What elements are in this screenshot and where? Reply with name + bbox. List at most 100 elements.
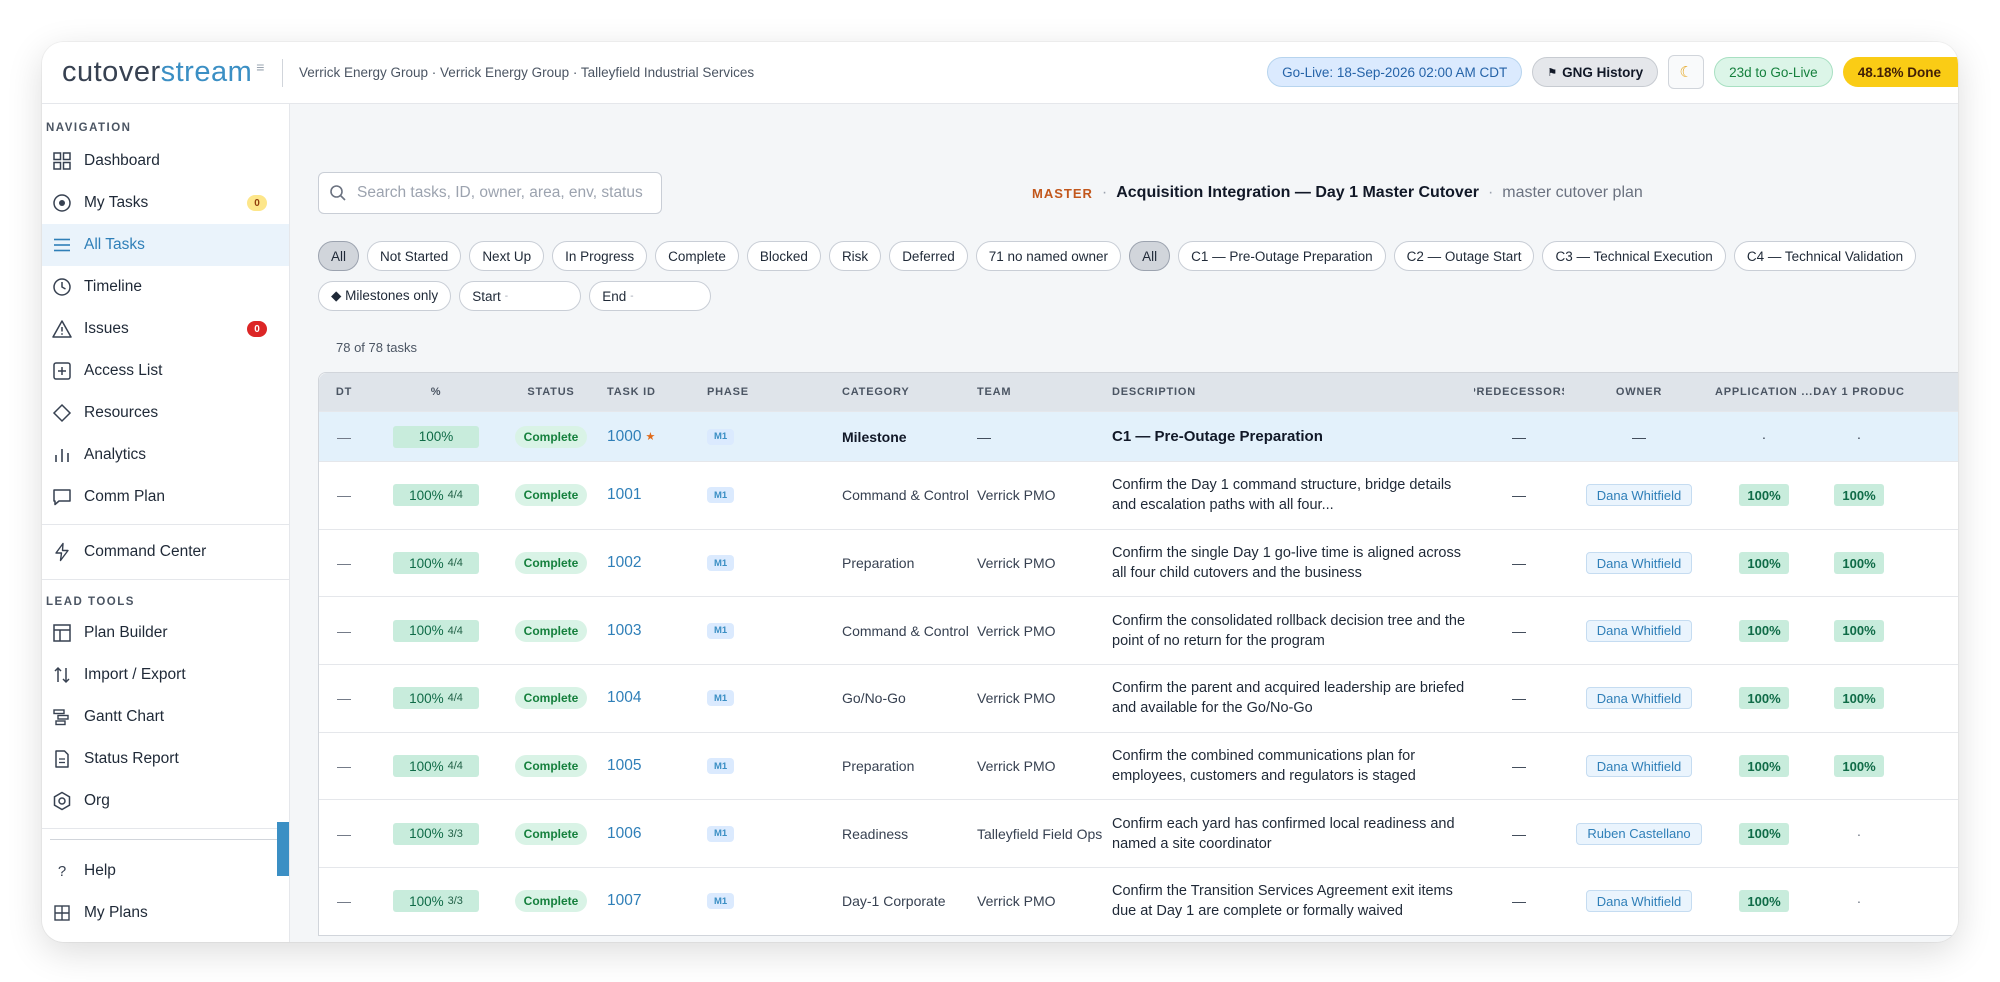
sidebar-item-dashboard[interactable]: Dashboard — [42, 140, 289, 182]
column-header-owner[interactable]: OWNER — [1564, 386, 1714, 398]
sidebar-item-my-tasks[interactable]: My Tasks 0 — [42, 182, 289, 224]
status-filter-deferred[interactable]: Deferred — [889, 241, 968, 271]
start-date-value: - — [504, 290, 509, 302]
task-id-link[interactable]: 1001 — [607, 486, 641, 504]
sidebar-item-command-center[interactable]: Command Center — [42, 531, 289, 573]
day1-production-value: · — [1856, 825, 1862, 842]
table-row[interactable]: —100% 4/4 Complete 1001 M1 Command & Control V… — [319, 461, 1958, 529]
column-header-day-1-produc[interactable]: DAY 1 PRODUC — [1814, 386, 1904, 398]
column-header-dt[interactable]: DT — [319, 386, 369, 398]
owner-tag[interactable]: Ruben Castellano — [1576, 822, 1702, 845]
sidebar-item-status-report[interactable]: Status Report — [42, 738, 289, 780]
sidebar-item-gantt-chart[interactable]: Gantt Chart — [42, 696, 289, 738]
percent-complete: 100% 3/3 — [393, 822, 479, 845]
end-date-filter[interactable]: End - — [589, 281, 712, 311]
status-filter-in-progress[interactable]: In Progress — [552, 241, 648, 271]
table-row[interactable]: —100% 3/3 Complete 1006 M1 Readiness Talleyfie… — [319, 799, 1958, 867]
sidebar-item-issues[interactable]: Issues 0 — [42, 308, 289, 350]
status-filter-not-started[interactable]: Not Started — [367, 241, 462, 271]
status-filter-risk[interactable]: Risk — [828, 241, 882, 271]
table-row[interactable]: —100% 4/4 Complete 1003 M1 Command & Control V… — [319, 596, 1958, 664]
category: Go/No-Go — [842, 690, 906, 707]
table-row[interactable]: —100% 4/4 Complete 1004 M1 Go/No-Go Verrick PM… — [319, 664, 1958, 732]
sidebar-item-timeline[interactable]: Timeline — [42, 266, 289, 308]
phase-filter-c4-technical-validation[interactable]: C4 — Technical Validation — [1733, 241, 1917, 271]
owner-tag[interactable]: Dana Whitfield — [1585, 755, 1693, 778]
sidebar-item-access-list[interactable]: Access List — [42, 350, 289, 392]
percent-complete: 100% 4/4 — [393, 755, 479, 778]
phase-filter-c3-technical-execution[interactable]: C3 — Technical Execution — [1542, 241, 1726, 271]
sidebar-item-label: Import / Export — [84, 666, 186, 683]
sidebar-item-org[interactable]: Org — [42, 780, 289, 822]
start-date-filter[interactable]: Start - — [459, 281, 582, 311]
task-id-link[interactable]: 1005 — [607, 757, 641, 775]
status-filter-next-up[interactable]: Next Up — [469, 241, 545, 271]
column-header-description[interactable]: DESCRIPTION — [1112, 382, 1474, 402]
description: Confirm the single Day 1 go-live time is… — [1112, 545, 1461, 582]
application-value: 100% — [1739, 822, 1789, 845]
task-id-link[interactable]: 1006 — [607, 825, 641, 843]
search-input[interactable] — [357, 184, 647, 202]
percent-value: 100% — [409, 826, 444, 842]
question-icon: ? — [57, 862, 67, 880]
status-filter-blocked[interactable]: Blocked — [746, 241, 821, 271]
sidebar-item-resources[interactable]: Resources — [42, 392, 289, 434]
column-header-task-id[interactable]: TASK ID — [599, 386, 697, 398]
separator-dot: · — [1487, 184, 1494, 201]
milestones-only-toggle[interactable]: ◆ Milestones only — [318, 281, 452, 311]
predecessors: — — [1512, 690, 1526, 707]
status-filter-all[interactable]: All — [318, 241, 360, 271]
sidebar-collapse-handle[interactable] — [277, 822, 289, 876]
predecessors: — — [1512, 428, 1526, 445]
column-header-category[interactable]: CATEGORY — [842, 386, 977, 398]
task-id-link[interactable]: 1002 — [607, 554, 641, 572]
owner-tag[interactable]: Dana Whitfield — [1585, 687, 1693, 710]
dt-value: — — [337, 555, 351, 572]
sidebar-item-label: Dashboard — [84, 152, 160, 169]
sidebar-item-analytics[interactable]: Analytics — [42, 434, 289, 476]
category: Day-1 Corporate — [842, 893, 946, 910]
table-row[interactable]: —100% 3/3 Complete 1007 M1 Day-1 Corporate Ver… — [319, 867, 1958, 935]
layout-icon — [50, 621, 74, 645]
owner-tag[interactable]: Dana Whitfield — [1585, 552, 1693, 575]
diamond-icon — [50, 401, 74, 425]
column-header-percent[interactable]: % — [369, 386, 503, 398]
milestone-row[interactable]: — 100% Complete 1000 ★ M1 Milestone — C1 — Pre-O… — [319, 411, 1958, 461]
status-filter-complete[interactable]: Complete — [655, 241, 739, 271]
sidebar-item-all-tasks[interactable]: All Tasks — [42, 224, 289, 266]
column-header-status[interactable]: STATUS — [503, 386, 599, 398]
owner-tag[interactable]: Dana Whitfield — [1585, 619, 1693, 642]
search-box[interactable] — [318, 172, 662, 214]
gng-history-button[interactable]: ⚑ GNG History — [1532, 57, 1659, 87]
category: Command & Control — [842, 487, 969, 504]
phase-badge: M1 — [707, 555, 735, 572]
table-row[interactable]: —100% 4/4 Complete 1005 M1 Preparation Verrick… — [319, 731, 1958, 800]
column-header-predecessors[interactable]: PREDECESSORS — [1474, 386, 1564, 398]
sidebar-item-plan-builder[interactable]: Plan Builder — [42, 612, 289, 654]
task-id-link[interactable]: 1003 — [607, 622, 641, 640]
task-id-link[interactable]: 1007 — [607, 892, 641, 910]
column-header-application[interactable]: APPLICATION ... — [1714, 386, 1814, 398]
phase-filter-all[interactable]: All — [1129, 241, 1171, 271]
logo[interactable]: cutover stream ≡ — [42, 56, 282, 89]
owner-tag[interactable]: Dana Whitfield — [1585, 890, 1693, 913]
sidebar-item-comm-plan[interactable]: Comm Plan — [42, 476, 289, 518]
message-icon — [50, 485, 74, 509]
task-id-link[interactable]: 1000 — [607, 428, 641, 446]
phase-filter-c1-pre-outage-preparation[interactable]: C1 — Pre-Outage Preparation — [1178, 241, 1386, 271]
table-row[interactable]: —100% 4/4 Complete 1002 M1 Preparation Verrick… — [319, 528, 1958, 597]
column-header-team[interactable]: TEAM — [977, 386, 1112, 398]
description: Confirm the consolidated rollback decisi… — [1112, 612, 1466, 649]
phase-filter-c2-outage-start[interactable]: C2 — Outage Start — [1393, 241, 1535, 271]
sidebar-item-help[interactable]: ? Help — [42, 850, 289, 892]
sidebar-item-my-plans[interactable]: My Plans — [42, 892, 289, 934]
day1-production-value: · — [1856, 428, 1862, 445]
status-filter-71-no-named-owner[interactable]: 71 no named owner — [975, 241, 1122, 271]
dark-mode-toggle[interactable]: ☾ — [1668, 55, 1705, 89]
owner-tag[interactable]: Dana Whitfield — [1585, 484, 1693, 507]
divider — [50, 839, 281, 840]
task-id-link[interactable]: 1004 — [607, 689, 641, 707]
column-header-phase[interactable]: PHASE — [697, 386, 842, 398]
sidebar-item-import-export[interactable]: Import / Export — [42, 654, 289, 696]
separator-dot: · — [1101, 184, 1108, 201]
